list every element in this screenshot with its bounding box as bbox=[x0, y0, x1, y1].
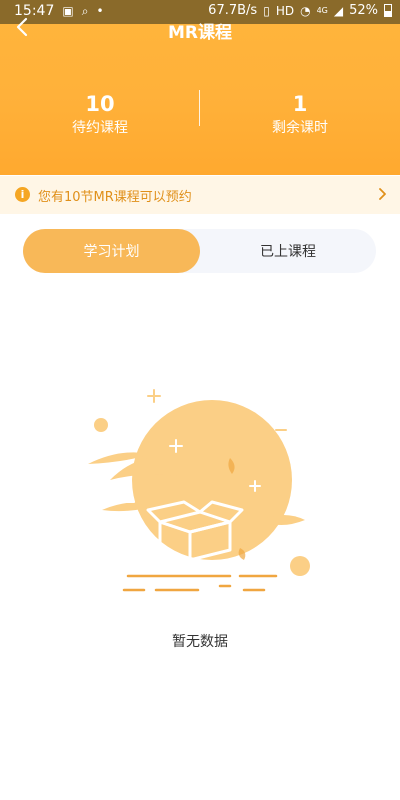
stat-pending-label: 待约课程 bbox=[72, 120, 128, 136]
nav-bar: MR课程 bbox=[0, 14, 400, 44]
course-tabs: 学习计划 已上课程 bbox=[23, 229, 376, 273]
stat-remaining-hours[interactable]: 1 剩余课时 bbox=[200, 90, 400, 138]
stat-pending-courses[interactable]: 10 待约课程 bbox=[0, 90, 200, 138]
info-icon: i bbox=[15, 187, 30, 202]
booking-notice-banner[interactable]: i 您有10节MR课程可以预约 bbox=[0, 176, 400, 214]
empty-box-illustration bbox=[88, 389, 310, 592]
page-title: MR课程 bbox=[167, 23, 232, 43]
stat-remaining-label: 剩余课时 bbox=[272, 120, 328, 136]
stats-panel: 10 待约课程 1 剩余课时 bbox=[0, 90, 400, 146]
notice-text: 您有10节MR课程可以预约 bbox=[38, 190, 192, 205]
chevron-right-icon bbox=[379, 188, 386, 200]
tab-study-plan[interactable]: 学习计划 bbox=[23, 229, 200, 273]
tab-attended-courses[interactable]: 已上课程 bbox=[200, 229, 376, 273]
stat-pending-value: 10 bbox=[85, 92, 115, 116]
stat-remaining-value: 1 bbox=[292, 92, 308, 116]
stats-divider bbox=[199, 90, 200, 126]
empty-state-text: 暂无数据 bbox=[172, 634, 228, 650]
